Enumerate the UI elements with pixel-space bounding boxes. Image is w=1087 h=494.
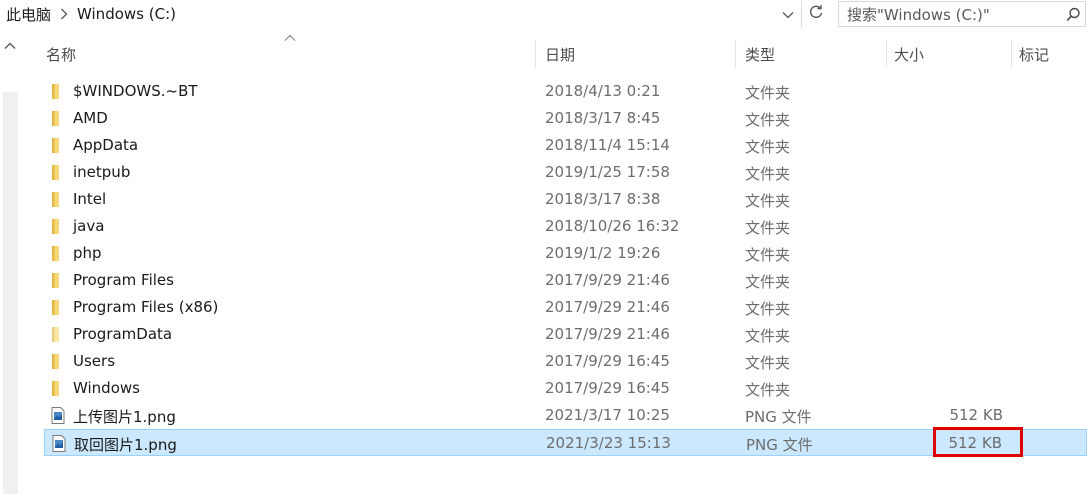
address-bar[interactable]: 此电脑 Windows (C:) (0, 1, 800, 27)
column-divider[interactable] (886, 40, 887, 68)
file-name: Intel (73, 190, 107, 208)
file-row[interactable]: 取回图片1.png 2021/3/23 15:13 PNG 文件 512 KB (44, 429, 1087, 456)
search-icon[interactable] (1061, 7, 1085, 22)
file-row[interactable]: Program Files (x86) 2017/9/29 21:46 文件夹 (44, 294, 1087, 321)
column-divider[interactable] (535, 40, 536, 68)
file-name: Program Files (x86) (73, 298, 219, 316)
file-row[interactable]: java 2018/10/26 16:32 文件夹 (44, 213, 1087, 240)
file-date-modified: 2017/9/29 16:45 (545, 379, 670, 397)
file-date-modified: 2018/3/17 8:38 (545, 190, 661, 208)
image-file-icon (52, 435, 66, 452)
folder-icon (51, 218, 65, 235)
file-name: 上传图片1.png (73, 408, 176, 426)
folder-icon (51, 164, 65, 181)
column-header-date[interactable]: 日期 (545, 44, 575, 65)
folder-icon (51, 272, 65, 289)
file-name: Users (73, 352, 116, 370)
file-row[interactable]: Program Files 2017/9/29 21:46 文件夹 (44, 267, 1087, 294)
address-bar-area: 此电脑 Windows (C:) 搜索"Windows (C:)" (0, 0, 1087, 30)
column-divider[interactable] (735, 40, 736, 68)
file-type: 文件夹 (745, 354, 791, 372)
column-header-size[interactable]: 大小 (894, 44, 924, 65)
column-header-type[interactable]: 类型 (745, 44, 775, 65)
search-input[interactable]: 搜索"Windows (C:)" (839, 4, 1061, 25)
refresh-button[interactable] (801, 1, 830, 27)
file-type: PNG 文件 (746, 436, 813, 454)
file-date-modified: 2021/3/23 15:13 (546, 434, 671, 452)
file-type: 文件夹 (745, 111, 791, 129)
folder-icon (51, 137, 65, 154)
column-divider[interactable] (1011, 40, 1012, 68)
column-header-tag[interactable]: 标记 (1019, 44, 1049, 65)
file-name: $WINDOWS.~BT (73, 82, 198, 100)
file-name: java (73, 217, 105, 235)
file-row[interactable]: Windows 2017/9/29 16:45 文件夹 (44, 375, 1087, 402)
folder-icon (51, 245, 65, 262)
file-date-modified: 2019/1/2 19:26 (545, 244, 661, 262)
folder-icon (51, 353, 65, 370)
file-name: inetpub (73, 163, 131, 181)
sort-ascending-icon (284, 34, 296, 42)
file-type: 文件夹 (745, 273, 791, 291)
file-type: PNG 文件 (745, 408, 812, 426)
file-row[interactable]: AMD 2018/3/17 8:45 文件夹 (44, 105, 1087, 132)
navigation-pane-scrollbar[interactable] (0, 30, 20, 494)
file-name: Windows (73, 379, 140, 397)
file-size: 512 KB (949, 406, 1003, 424)
file-name: Program Files (73, 271, 174, 289)
folder-icon (51, 83, 65, 100)
file-date-modified: 2018/10/26 16:32 (545, 217, 680, 235)
folder-icon (51, 326, 65, 343)
file-date-modified: 2018/4/13 0:21 (545, 82, 661, 100)
file-type: 文件夹 (745, 165, 791, 183)
folder-icon (51, 299, 65, 316)
file-type: 文件夹 (745, 300, 791, 318)
file-name: AppData (73, 136, 139, 154)
file-name: 取回图片1.png (74, 436, 177, 454)
file-date-modified: 2017/9/29 21:46 (545, 298, 670, 316)
file-type: 文件夹 (745, 192, 791, 210)
size-highlight-box (933, 427, 1023, 457)
file-row[interactable]: inetpub 2019/1/25 17:58 文件夹 (44, 159, 1087, 186)
file-type: 文件夹 (745, 381, 791, 399)
breadcrumb-current[interactable]: Windows (C:) (73, 5, 180, 23)
folder-icon (51, 380, 65, 397)
file-date-modified: 2017/9/29 21:46 (545, 271, 670, 289)
file-date-modified: 2019/1/25 17:58 (545, 163, 670, 181)
file-row[interactable]: Intel 2018/3/17 8:38 文件夹 (44, 186, 1087, 213)
file-name: php (73, 244, 102, 262)
file-type: 文件夹 (745, 84, 791, 102)
file-row[interactable]: php 2019/1/2 19:26 文件夹 (44, 240, 1087, 267)
folder-icon (51, 191, 65, 208)
file-date-modified: 2018/3/17 8:45 (545, 109, 661, 127)
file-row[interactable]: AppData 2018/11/4 15:14 文件夹 (44, 132, 1087, 159)
file-name: AMD (73, 109, 108, 127)
file-type: 文件夹 (745, 138, 791, 156)
file-type: 文件夹 (745, 327, 791, 345)
breadcrumb-this-pc[interactable]: 此电脑 (0, 4, 55, 25)
file-row[interactable]: 上传图片1.png 2021/3/17 10:25 PNG 文件 512 KB (44, 402, 1087, 429)
scroll-up-arrow-icon[interactable] (2, 38, 18, 54)
address-history-dropdown[interactable] (778, 3, 798, 25)
file-row[interactable]: $WINDOWS.~BT 2018/4/13 0:21 文件夹 (44, 78, 1087, 105)
file-type: 文件夹 (745, 246, 791, 264)
folder-icon (51, 110, 65, 127)
file-row[interactable]: ProgramData 2017/9/29 21:46 文件夹 (44, 321, 1087, 348)
file-date-modified: 2017/9/29 21:46 (545, 325, 670, 343)
column-header-row: 名称 日期 类型 大小 标记 (20, 30, 1087, 74)
file-date-modified: 2017/9/29 16:45 (545, 352, 670, 370)
image-file-icon (51, 407, 65, 424)
chevron-right-icon[interactable] (57, 8, 71, 20)
chevron-down-icon (782, 5, 794, 23)
file-date-modified: 2021/3/17 10:25 (545, 406, 670, 424)
file-row[interactable]: Users 2017/9/29 16:45 文件夹 (44, 348, 1087, 375)
column-header-name[interactable]: 名称 (46, 44, 76, 65)
file-name: ProgramData (73, 325, 173, 343)
file-type: 文件夹 (745, 219, 791, 237)
refresh-icon (808, 4, 824, 24)
file-date-modified: 2018/11/4 15:14 (545, 136, 670, 154)
search-box[interactable]: 搜索"Windows (C:)" (838, 1, 1086, 27)
scrollbar-track[interactable] (3, 92, 18, 494)
